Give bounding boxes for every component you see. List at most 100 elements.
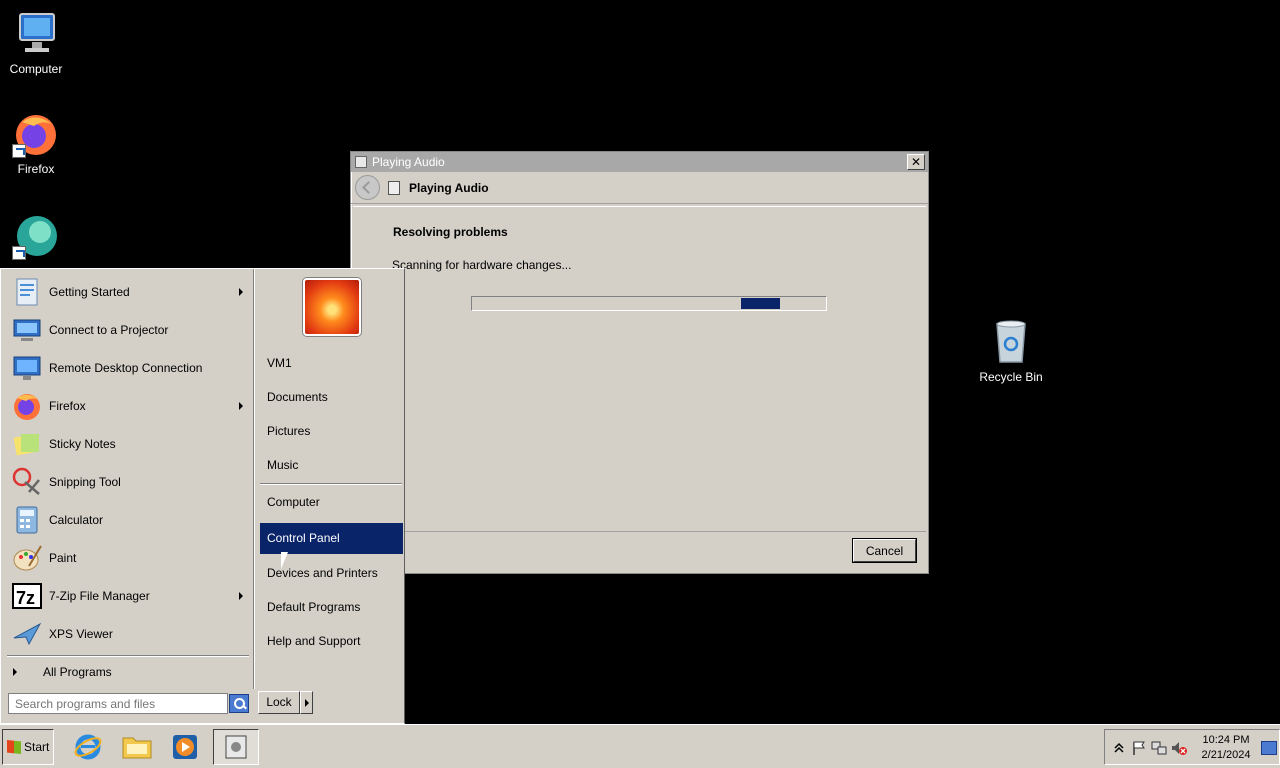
lock-button[interactable]: Lock: [258, 691, 300, 714]
program-snipping-tool[interactable]: Snipping Tool: [3, 463, 253, 501]
close-button[interactable]: ✕: [907, 154, 925, 170]
program-paint[interactable]: Paint: [3, 539, 253, 577]
place-help-support[interactable]: Help and Support: [260, 626, 403, 656]
remote-desktop-icon: [11, 352, 43, 384]
submenu-arrow-icon: [239, 288, 243, 296]
start-button[interactable]: Start: [2, 729, 54, 765]
program-label: Firefox: [49, 399, 86, 413]
troubleshooter-icon: [355, 156, 367, 168]
program-label: Paint: [49, 551, 77, 565]
desktop-icon-app[interactable]: [0, 212, 72, 264]
paint-icon: [11, 542, 43, 574]
place-music[interactable]: Music: [260, 450, 403, 480]
place-default-programs[interactable]: Default Programs: [260, 592, 403, 622]
search-input[interactable]: [8, 693, 228, 714]
troubleshooter-dialog: Playing Audio ✕ Playing Audio Resolving …: [350, 151, 929, 574]
desktop-icon-label: Firefox: [17, 162, 55, 176]
desktop-icon-firefox[interactable]: Firefox: [0, 110, 72, 176]
recycle-bin-icon: [987, 318, 1035, 366]
submenu-arrow-icon: [239, 592, 243, 600]
folder-icon: [122, 737, 152, 759]
shortcut-arrow-icon: [12, 144, 26, 158]
program-xps-viewer[interactable]: XPS Viewer: [3, 615, 253, 653]
taskbar-troubleshooter[interactable]: [213, 729, 259, 765]
programs-list: Getting Started Connect to a Projector R…: [3, 273, 253, 691]
program-remote-desktop[interactable]: Remote Desktop Connection: [3, 349, 253, 387]
dialog-heading: Resolving problems: [393, 225, 508, 239]
internet-explorer-icon: [74, 734, 102, 760]
submenu-arrow-icon: [239, 402, 243, 410]
shortcut-arrow-icon: [12, 246, 26, 260]
program-calculator[interactable]: Calculator: [3, 501, 253, 539]
progress-bar: [471, 296, 827, 311]
user-avatar[interactable]: [303, 278, 361, 336]
pane-divider: [253, 269, 255, 689]
place-pictures[interactable]: Pictures: [260, 416, 403, 446]
taskbar-internet-explorer[interactable]: [65, 729, 111, 765]
desktop-icon-label: Recycle Bin: [979, 370, 1043, 384]
xps-viewer-icon: [11, 618, 43, 650]
taskbar-file-explorer[interactable]: [114, 729, 160, 765]
program-firefox[interactable]: Firefox: [3, 387, 253, 425]
desktop-icon-label: Computer: [9, 62, 63, 76]
program-label: Snipping Tool: [49, 475, 121, 489]
program-label: 7-Zip File Manager: [49, 589, 150, 603]
7zip-icon: 7z: [11, 580, 43, 612]
media-player-icon: [173, 735, 197, 759]
search-icon[interactable]: [229, 694, 249, 713]
program-7zip[interactable]: 7z 7-Zip File Manager: [3, 577, 253, 615]
start-menu: Getting Started Connect to a Projector R…: [0, 268, 405, 724]
place-user-folder[interactable]: VM1: [260, 348, 403, 378]
program-label: Getting Started: [49, 285, 130, 299]
app-icon: [12, 212, 60, 260]
dialog-title: Playing Audio: [372, 155, 445, 169]
clock[interactable]: 10:24 PM 2/21/2024: [1195, 733, 1257, 763]
program-sticky-notes[interactable]: Sticky Notes: [3, 425, 253, 463]
places-list: VM1 Documents Pictures Music Computer Co…: [259, 269, 405, 689]
taskbar-media-player[interactable]: [162, 729, 208, 765]
volume-muted-icon[interactable]: [1171, 740, 1187, 756]
place-control-panel[interactable]: Control Panel: [260, 523, 403, 554]
progress-fill: [741, 298, 780, 309]
snipping-tool-icon: [11, 466, 43, 498]
all-programs-label: All Programs: [43, 665, 112, 679]
firefox-icon: [11, 390, 43, 422]
program-getting-started[interactable]: Getting Started: [3, 273, 253, 311]
cancel-button[interactable]: Cancel: [852, 538, 917, 563]
clock-date: 2/21/2024: [1201, 749, 1251, 761]
program-label: Remote Desktop Connection: [49, 361, 203, 375]
program-label: Connect to a Projector: [49, 323, 169, 337]
nav-title: Playing Audio: [409, 180, 489, 195]
place-computer[interactable]: Computer: [260, 487, 403, 517]
mouse-cursor-icon: [281, 552, 288, 569]
back-arrow-icon[interactable]: [355, 175, 380, 200]
windows-flag-icon: [7, 740, 21, 754]
program-connect-projector[interactable]: Connect to a Projector: [3, 311, 253, 349]
divider: [7, 655, 249, 657]
dialog-navbar: Playing Audio: [351, 172, 928, 204]
status-text: Scanning for hardware changes...: [392, 258, 572, 272]
all-programs[interactable]: All Programs: [9, 665, 112, 679]
program-label: Calculator: [49, 513, 104, 527]
svg-text:7z: 7z: [16, 588, 35, 608]
projector-icon: [11, 314, 43, 346]
dialog-content: Resolving problems Scanning for hardware…: [353, 206, 926, 532]
show-desktop-icon[interactable]: [1261, 741, 1277, 755]
desktop-icon-recycle-bin[interactable]: Recycle Bin: [975, 318, 1047, 384]
getting-started-icon: [11, 276, 43, 308]
divider: [260, 483, 402, 485]
place-documents[interactable]: Documents: [260, 382, 403, 412]
shutdown-options-arrow-icon[interactable]: [300, 691, 313, 714]
program-label: Sticky Notes: [49, 437, 116, 451]
dialog-titlebar[interactable]: Playing Audio: [351, 152, 928, 172]
notification-area: 10:24 PM 2/21/2024: [1104, 729, 1280, 765]
firefox-icon: [12, 110, 60, 158]
desktop-icon-computer[interactable]: Computer: [0, 10, 72, 76]
clock-time: 10:24 PM: [1202, 734, 1250, 746]
show-hidden-icons-icon[interactable]: [1111, 740, 1127, 756]
action-center-flag-icon[interactable]: [1131, 740, 1147, 756]
network-icon[interactable]: [1151, 740, 1167, 756]
computer-icon: [12, 10, 60, 58]
start-label: Start: [24, 740, 50, 754]
program-label: XPS Viewer: [49, 627, 113, 641]
